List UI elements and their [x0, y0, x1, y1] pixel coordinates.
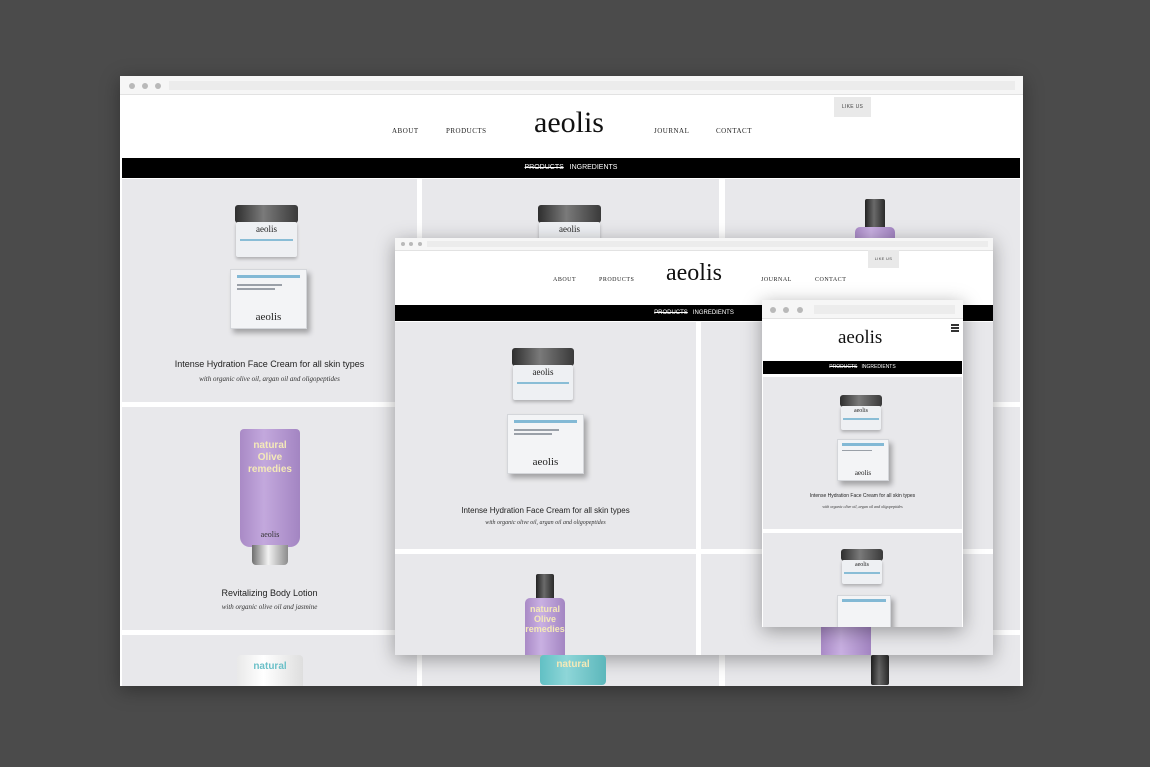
tube-text: Olive: [533, 614, 556, 624]
window-dot-maximize[interactable]: [797, 307, 803, 313]
window-dot-minimize[interactable]: [142, 83, 148, 89]
nav-journal[interactable]: JOURNAL: [654, 127, 689, 135]
window-dot-maximize[interactable]: [418, 242, 422, 246]
face-cream-jar: aeolis: [841, 549, 883, 584]
face-cream-box: aeolis: [230, 269, 307, 329]
product-subtitle: with organic olive oil, argan oil and ol…: [485, 520, 606, 526]
product-subtitle: with organic olive oil, argan oil and ol…: [822, 504, 903, 509]
site-logo[interactable]: aeolis: [838, 327, 882, 349]
mobile-browser-window: aeolis PRODUCTS INGREDIENTS aeolis aeoli…: [762, 300, 963, 627]
subnav-bar: PRODUCTS INGREDIENTS: [763, 361, 962, 374]
jar-brand: aeolis: [558, 223, 580, 234]
jar-brand: aeolis: [532, 366, 554, 377]
face-cream-jar: aeolis: [840, 395, 882, 430]
window-dot-minimize[interactable]: [783, 307, 789, 313]
cream-tube: natural: [540, 655, 606, 685]
window-dot-maximize[interactable]: [155, 83, 161, 89]
window-dot-close[interactable]: [770, 307, 776, 313]
face-cream-jar: aeolis: [235, 205, 298, 257]
subnav-ingredients[interactable]: INGREDIENTS: [862, 364, 896, 370]
browser-chrome: [120, 76, 1023, 95]
subnav-ingredients[interactable]: INGREDIENTS: [570, 164, 618, 171]
jar-brand: aeolis: [854, 561, 869, 568]
nav-about[interactable]: ABOUT: [392, 127, 419, 135]
cream-tube: natural: [237, 655, 303, 686]
subnav-bar: PRODUCTS INGREDIENTS: [122, 158, 1020, 178]
product-subtitle: with organic olive oil and jasmine: [221, 603, 318, 611]
subnav-ingredients[interactable]: INGREDIENTS: [693, 310, 734, 316]
product-card[interactable]: natural Olive remedies: [395, 554, 696, 655]
tube-text: remedies: [248, 464, 292, 475]
product-card[interactable]: natural Olive remedies aeolis Revitalizi…: [122, 407, 417, 630]
subnav-products[interactable]: PRODUCTS: [525, 164, 564, 171]
subnav-products[interactable]: PRODUCTS: [654, 310, 688, 316]
bottle: [865, 655, 895, 686]
body-lotion-tube: natural Olive remedies aeolis: [240, 429, 300, 547]
box-brand: aeolis: [854, 468, 872, 477]
site-logo[interactable]: aeolis: [666, 260, 722, 287]
face-cream-box: aeolis: [837, 439, 889, 481]
face-cream-box: [837, 595, 891, 627]
address-bar[interactable]: [814, 305, 955, 314]
window-dot-minimize[interactable]: [409, 242, 413, 246]
product-card[interactable]: natural: [122, 635, 417, 686]
product-card[interactable]: aeolis aeolis Intense Hydration Face Cre…: [763, 377, 962, 529]
nav-contact[interactable]: CONTACT: [815, 277, 846, 283]
tube-text: remedies: [525, 624, 565, 634]
like-us-button[interactable]: LIKE US: [834, 97, 871, 117]
face-cream-jar: aeolis: [512, 348, 574, 400]
product-title[interactable]: Intense Hydration Face Cream for all ski…: [122, 359, 417, 369]
product-title[interactable]: Revitalizing Body Lotion: [122, 588, 417, 598]
product-card[interactable]: aeolis aeolis Intense Hydration Face Cre…: [395, 322, 696, 549]
subnav-products[interactable]: PRODUCTS: [829, 364, 857, 370]
product-card[interactable]: aeolis: [763, 533, 962, 627]
tube-text: Olive: [257, 452, 283, 463]
like-us-button[interactable]: LIKE US: [868, 250, 899, 268]
site-logo[interactable]: aeolis: [534, 106, 604, 140]
menu-icon[interactable]: [951, 324, 959, 332]
product-title[interactable]: Intense Hydration Face Cream for all ski…: [763, 493, 962, 499]
box-brand: aeolis: [532, 456, 559, 469]
window-dot-close[interactable]: [129, 83, 135, 89]
tube-text: natural: [253, 440, 287, 451]
nav-products[interactable]: PRODUCTS: [446, 127, 487, 135]
browser-chrome: [762, 300, 963, 319]
product-subtitle: with organic olive oil, argan oil and ol…: [199, 375, 340, 383]
face-cream-box: aeolis: [507, 414, 584, 474]
product-title[interactable]: Intense Hydration Face Cream for all ski…: [395, 506, 696, 515]
jar-brand: aeolis: [255, 223, 277, 234]
address-bar[interactable]: [169, 81, 1015, 90]
window-dot-close[interactable]: [401, 242, 405, 246]
nav-about[interactable]: ABOUT: [553, 277, 576, 283]
tube-text: natural: [529, 604, 560, 614]
tube-text: natural: [253, 661, 287, 672]
browser-chrome: [395, 238, 993, 251]
nav-journal[interactable]: JOURNAL: [761, 277, 792, 283]
nav-products[interactable]: PRODUCTS: [599, 277, 634, 283]
jar-brand: aeolis: [853, 407, 868, 414]
tube-brand: aeolis: [260, 530, 280, 539]
nav-contact[interactable]: CONTACT: [716, 127, 752, 135]
address-bar[interactable]: [427, 241, 988, 247]
tube-cap: [252, 545, 288, 565]
tube-text: natural: [556, 659, 590, 670]
body-lotion-bottle: natural Olive remedies: [525, 574, 565, 655]
box-brand: aeolis: [255, 311, 282, 324]
product-card[interactable]: aeolis aeolis Intense Hydration Face Cre…: [122, 179, 417, 402]
